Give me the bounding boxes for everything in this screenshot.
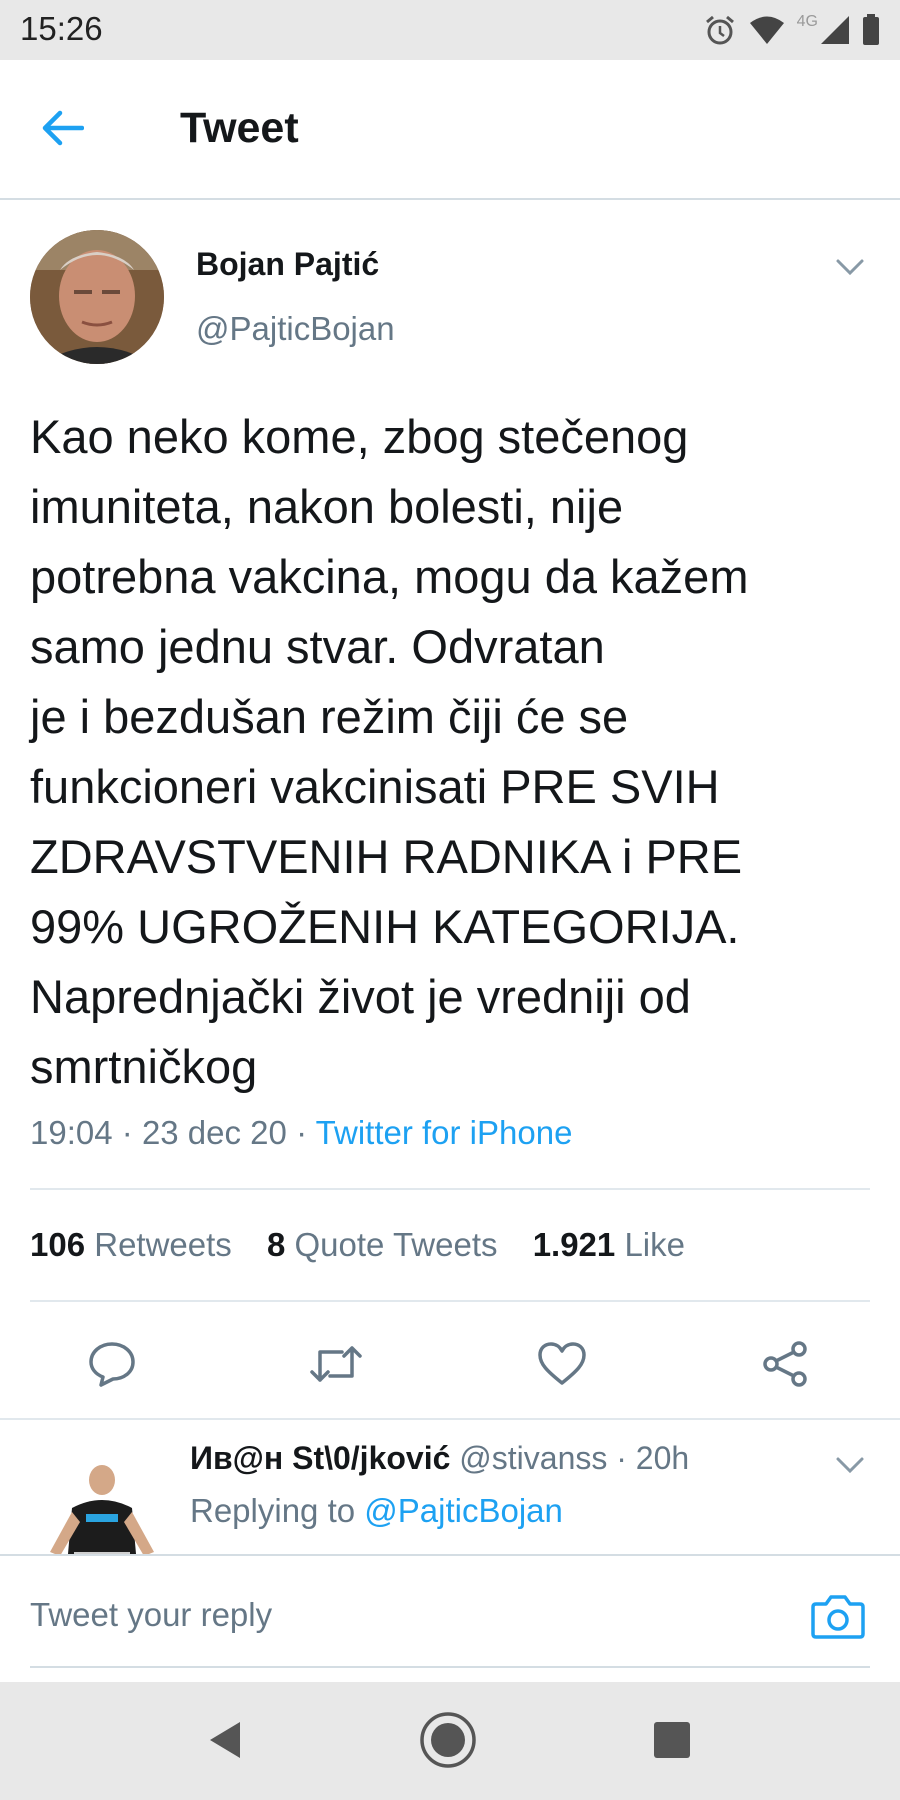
author-handle[interactable]: @PajticBojan	[196, 310, 395, 348]
tweet-meta: 19:04 · 23 dec 20 · Twitter for iPhone	[30, 1114, 572, 1152]
meta-separator: ·	[121, 1114, 133, 1151]
chevron-down-icon	[830, 259, 870, 286]
quotes-label: Quote Tweets	[294, 1226, 498, 1263]
tweet-text-line: potrebna vakcina, mogu da kažem	[30, 550, 749, 603]
share-button[interactable]	[758, 1340, 814, 1392]
retweets-count: 106	[30, 1226, 86, 1263]
reply-age: 20h	[635, 1440, 690, 1476]
retweets-stat[interactable]: 106 Retweets	[30, 1226, 232, 1263]
home-circle-icon	[418, 1710, 478, 1775]
wifi-icon	[749, 15, 785, 45]
signal-icon	[820, 15, 850, 45]
author-avatar[interactable]	[30, 230, 164, 364]
network-label: 4G	[796, 13, 818, 30]
tweet-text: Kao neko kome, zbog stečenog imuniteta, …	[30, 402, 875, 1102]
retweet-icon	[308, 1342, 364, 1391]
tweet-source-link[interactable]: Twitter for iPhone	[316, 1114, 573, 1151]
main-tweet: Bojan Pajtić @PajticBojan Kao neko kome,…	[0, 202, 900, 1420]
replying-to: Replying to @PajticBojan	[190, 1492, 563, 1530]
reply-button[interactable]	[84, 1340, 140, 1392]
tweet-text-line: smrtničkog	[30, 1040, 258, 1093]
reply-icon	[87, 1340, 137, 1393]
camera-icon	[810, 1595, 866, 1646]
system-nav-bar	[0, 1682, 900, 1800]
camera-button[interactable]	[810, 1590, 866, 1642]
status-bar: 15:26 4G	[0, 0, 900, 60]
tweet-text-line: ZDRAVSTVENIH RADNIKA i PRE	[30, 830, 743, 883]
reply-author-name[interactable]: Ив@н St\0/jković	[190, 1440, 450, 1476]
nav-back-button[interactable]	[194, 1712, 254, 1772]
page-title: Tweet	[180, 104, 299, 152]
quotes-stat[interactable]: 8 Quote Tweets	[267, 1226, 498, 1263]
back-button[interactable]	[40, 108, 100, 152]
reply-input[interactable]: Tweet your reply	[30, 1596, 272, 1634]
tweet-text-line: je i bezdušan režim čiji će se	[30, 690, 629, 743]
tweet-text-line: funkcioneri vakcinisati PRE SVIH	[30, 760, 720, 813]
reply-menu-button[interactable]	[830, 1450, 870, 1480]
meta-separator: ·	[296, 1114, 308, 1151]
likes-count: 1.921	[532, 1226, 616, 1263]
meta-separator: ·	[616, 1440, 627, 1476]
status-icons: 4G	[703, 12, 880, 48]
reply-author-handle[interactable]: @stivanss	[459, 1440, 607, 1476]
tweet-stats: 106 Retweets 8 Quote Tweets 1.921 Like	[30, 1226, 711, 1264]
nav-recents-button[interactable]	[642, 1712, 702, 1772]
reply-avatar[interactable]	[44, 1456, 160, 1554]
reply-tweet[interactable]: Ив@н St\0/jković @stivanss · 20h Replyin…	[0, 1420, 900, 1554]
share-icon	[761, 1340, 811, 1393]
tweet-text-line: Kao neko kome, zbog stečenog	[30, 410, 689, 463]
like-button[interactable]	[534, 1340, 590, 1392]
replying-prefix: Replying to	[190, 1492, 356, 1529]
replying-mention-link[interactable]: @PajticBojan	[364, 1492, 563, 1529]
likes-label: Like	[624, 1226, 685, 1263]
author-name[interactable]: Bojan Pajtić	[196, 246, 379, 283]
status-time: 15:26	[20, 10, 103, 47]
composer-underline	[30, 1666, 870, 1668]
retweet-button[interactable]	[308, 1340, 364, 1392]
tweet-time: 19:04	[30, 1114, 113, 1151]
tweet-text-line: 99% UGROŽENIH KATEGORIJA.	[30, 900, 740, 953]
triangle-back-icon	[204, 1718, 244, 1767]
tweet-text-line: imuniteta, nakon bolesti, nije	[30, 480, 624, 533]
quotes-count: 8	[266, 1226, 286, 1263]
tweet-text-line: Naprednjački život je vredniji od	[30, 970, 691, 1023]
nav-home-button[interactable]	[418, 1710, 478, 1775]
likes-stat[interactable]: 1.921 Like	[533, 1226, 685, 1263]
tweet-menu-button[interactable]	[830, 252, 870, 282]
divider	[30, 1300, 870, 1302]
tweet-text-line: samo jednu stvar. Odvratan	[30, 620, 605, 673]
chevron-down-icon	[830, 1457, 870, 1484]
reply-composer: Tweet your reply	[0, 1554, 900, 1682]
reply-header: Ив@н St\0/jković @stivanss · 20h	[190, 1440, 689, 1477]
retweets-label: Retweets	[94, 1226, 232, 1263]
tweet-actions	[0, 1322, 900, 1406]
recents-square-icon	[652, 1720, 692, 1765]
battery-icon	[862, 14, 880, 46]
tweet-date: 23 dec 20	[141, 1114, 287, 1151]
tweet-header: Tweet	[0, 60, 900, 200]
alarm-icon	[703, 13, 737, 47]
back-arrow-icon	[40, 108, 85, 153]
divider	[30, 1188, 870, 1190]
like-icon	[537, 1341, 587, 1392]
